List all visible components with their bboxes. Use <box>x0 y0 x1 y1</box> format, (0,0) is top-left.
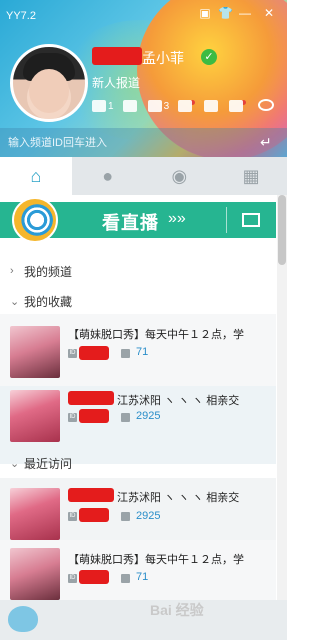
title-redaction <box>68 391 114 405</box>
chat-icon <box>204 100 219 112</box>
window-mode-icon[interactable] <box>242 213 260 227</box>
channel-title: 江苏沭阳 ヽ ヽ ヽ 相亲交 <box>117 395 240 407</box>
title-bar[interactable]: YY7.2 ▣ 👕 — ✕ <box>0 0 287 30</box>
grid-icon: ▦ <box>242 165 260 186</box>
id-redaction <box>79 508 109 522</box>
channel-title: 【萌妹脱口秀】每天中午１２点，学 <box>68 554 244 566</box>
mascot-icon[interactable] <box>8 606 38 632</box>
tab-home[interactable]: ⌂ <box>0 157 72 195</box>
section-label: 我的收藏 <box>24 294 73 309</box>
list-item[interactable]: 【萌妹脱口秀】每天中午１２点，学 ID 71 <box>0 314 276 392</box>
close-icon[interactable]: ✕ <box>262 6 276 20</box>
game-icon[interactable]: ▣ <box>198 6 212 20</box>
section-favorites[interactable]: ⌄ 我的收藏 <box>10 292 72 310</box>
section-recent[interactable]: ⌄ 最近访问 <box>10 454 72 472</box>
main-tabs: ⌂ ● ◉ ▦ <box>0 157 287 195</box>
channel-thumbnail <box>10 548 60 600</box>
eye-icon[interactable] <box>258 99 274 111</box>
chevron-right-icon: › <box>10 265 14 277</box>
list-item[interactable]: 江苏沭阳 ヽ ヽ ヽ 相亲交 ID 2925 <box>0 386 276 464</box>
tab-apps[interactable]: ▦ <box>215 157 287 195</box>
channel-title: 【萌妹脱口秀】每天中午１２点，学 <box>68 329 244 341</box>
user-icon <box>121 413 130 422</box>
app-title: YY7.2 <box>6 10 36 22</box>
user-count: 2925 <box>136 510 161 522</box>
user-stats: 1 3 <box>92 99 255 112</box>
person-icon: ● <box>102 165 114 186</box>
channel-title: 江苏沭阳 ヽ ヽ ヽ 相亲交 <box>117 492 240 504</box>
enter-icon[interactable]: ↵ <box>260 134 272 151</box>
stat-messages[interactable]: 1 <box>92 100 114 112</box>
user-count: 71 <box>136 346 149 358</box>
chevron-down-icon: ⌄ <box>10 295 20 308</box>
scrollbar-thumb[interactable] <box>278 195 286 265</box>
stat-diamond[interactable] <box>122 100 139 112</box>
gamepad-icon <box>92 100 106 112</box>
channel-thumbnail <box>10 390 60 442</box>
bottom-bar <box>0 600 287 640</box>
tab-groups[interactable]: ◉ <box>144 157 216 195</box>
name-redaction <box>92 47 142 65</box>
section-label: 我的频道 <box>24 264 73 279</box>
stat-mail[interactable] <box>178 99 196 112</box>
title-redaction <box>68 488 114 502</box>
skin-icon[interactable]: 👕 <box>218 6 233 20</box>
id-icon: ID <box>68 349 77 358</box>
stat-value: 1 <box>108 100 114 112</box>
mail-icon <box>178 100 193 112</box>
double-arrow-icon: »» <box>168 210 186 227</box>
user-icon <box>121 574 130 583</box>
id-redaction <box>79 346 109 360</box>
divider <box>226 207 227 233</box>
stat-value: 3 <box>163 100 170 112</box>
avatar-face <box>29 69 69 113</box>
avatar[interactable] <box>10 44 88 122</box>
diamond-icon <box>122 100 137 112</box>
level-icon <box>147 100 162 112</box>
tab-friends[interactable]: ● <box>72 157 144 195</box>
stat-chat[interactable] <box>204 100 220 112</box>
id-icon: ID <box>68 512 77 521</box>
user-count: 71 <box>136 571 149 583</box>
user-signature[interactable]: 新人报道 <box>92 74 140 91</box>
section-my-channels[interactable]: › 我的频道 <box>10 262 72 280</box>
stat-apps[interactable] <box>229 99 247 112</box>
stat-level[interactable]: 3 <box>147 100 170 112</box>
section-label: 最近访问 <box>24 456 73 471</box>
user-name[interactable]: 孟小菲 <box>142 48 184 68</box>
apps-icon <box>229 100 244 112</box>
verified-icon: ✓ <box>201 49 217 65</box>
live-logo-icon <box>12 197 58 243</box>
user-icon <box>121 349 130 358</box>
group-icon: ◉ <box>171 165 188 186</box>
list-item[interactable]: 【萌妹脱口秀】每天中午１２点，学 ID 71 <box>0 540 276 600</box>
channel-id-input[interactable] <box>8 134 248 152</box>
user-count: 2925 <box>136 410 161 422</box>
id-redaction <box>79 570 109 584</box>
chevron-down-icon: ⌄ <box>10 457 20 470</box>
minimize-icon[interactable]: — <box>238 6 252 20</box>
user-icon <box>121 512 130 521</box>
channel-thumbnail <box>10 326 60 378</box>
home-icon: ⌂ <box>30 165 42 186</box>
id-icon: ID <box>68 413 77 422</box>
watch-live-label: 看直播 <box>102 213 159 233</box>
channel-thumbnail <box>10 488 60 540</box>
id-icon: ID <box>68 574 77 583</box>
watermark: Bai 经验 <box>150 602 204 618</box>
id-redaction <box>79 409 109 423</box>
